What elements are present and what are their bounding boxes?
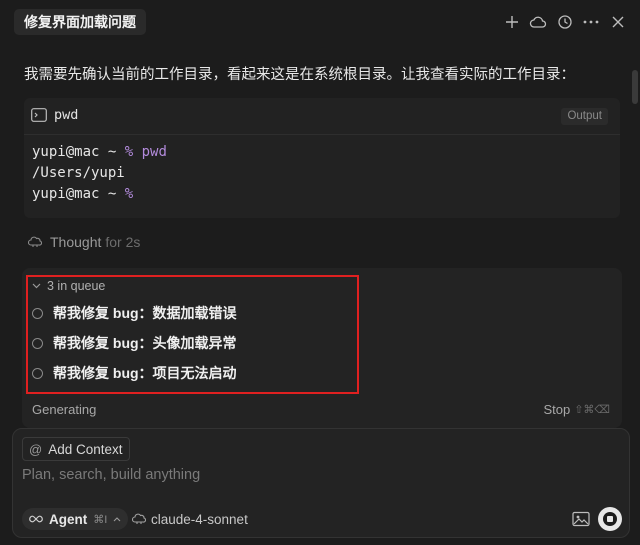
thought-duration: for 2s: [105, 234, 141, 250]
output-badge[interactable]: Output: [561, 108, 608, 125]
thought-label: Thought: [50, 234, 102, 250]
queue-item[interactable]: 帮我修复 bug：项目无法启动: [32, 362, 237, 384]
plus-icon[interactable]: [503, 13, 521, 31]
assistant-message: 我需要先确认当前的工作目录，看起来这是在系统根目录。让我查看实际的工作目录：: [24, 67, 575, 83]
agent-shortcut: ⌘I: [93, 513, 108, 526]
brain-icon: [132, 513, 146, 524]
scrollbar[interactable]: [632, 70, 638, 104]
terminal-line: yupi@mac ~ % pwd: [32, 144, 167, 160]
header: 修复界面加载问题: [0, 0, 640, 44]
infinity-icon: [29, 515, 43, 523]
stop-generation-button[interactable]: Stop ⇧⌘⌫: [543, 402, 610, 417]
queue-item-status-icon: [32, 307, 43, 319]
stop-shortcut: ⇧⌘⌫: [574, 404, 610, 416]
chat-title[interactable]: 修复界面加载问题: [14, 9, 146, 35]
prompt-input[interactable]: Plan, search, build anything: [22, 467, 200, 483]
terminal-icon: [31, 108, 47, 122]
close-icon[interactable]: [609, 13, 627, 31]
model-selector[interactable]: claude-4-sonnet: [132, 508, 248, 530]
add-context-button[interactable]: @ Add Context: [22, 437, 130, 461]
queue-item[interactable]: 帮我修复 bug：头像加载异常: [32, 332, 237, 354]
chevron-down-icon: [32, 283, 41, 289]
queue-toggle[interactable]: 3 in queue: [32, 278, 105, 294]
agent-label: Agent: [49, 511, 88, 527]
cloud-icon[interactable]: [529, 13, 547, 31]
more-icon[interactable]: [582, 13, 600, 31]
terminal-line: yupi@mac ~ %: [32, 186, 134, 202]
agent-mode-selector[interactable]: Agent ⌘I: [22, 508, 129, 530]
history-icon[interactable]: [556, 13, 574, 31]
stop-label: Stop: [543, 402, 571, 417]
thought-indicator[interactable]: Thought for 2s: [28, 232, 140, 252]
chat-panel: 修复界面加载问题 我需要先确认当前的工作目录，看起来这是在系统根目录。让我查看实…: [0, 0, 640, 545]
chevron-up-icon: [113, 516, 121, 521]
queue-item-status-icon: [32, 337, 43, 349]
model-label: claude-4-sonnet: [151, 511, 248, 527]
terminal-line: /Users/yupi: [32, 165, 125, 181]
stop-icon: [603, 512, 617, 526]
queue-count: 3 in queue: [47, 279, 106, 293]
image-upload-icon[interactable]: [572, 511, 590, 527]
queue-item-text: 帮我修复 bug：头像加载异常: [53, 335, 237, 351]
queue-item-text: 帮我修复 bug：数据加载错误: [53, 305, 237, 321]
queue-item[interactable]: 帮我修复 bug：数据加载错误: [32, 302, 237, 324]
brain-icon: [28, 236, 42, 247]
terminal-header: pwd Output: [24, 98, 620, 135]
terminal-command: pwd: [54, 107, 79, 123]
terminal-block: pwd Output yupi@mac ~ % pwd/Users/yupi yu…: [24, 98, 620, 218]
add-context-label: Add Context: [48, 441, 123, 457]
at-icon: @: [29, 441, 43, 457]
generating-status: Generating: [32, 402, 97, 417]
stop-button[interactable]: [598, 507, 622, 531]
queue-item-text: 帮我修复 bug：项目无法启动: [53, 365, 237, 381]
queue-item-status-icon: [32, 367, 43, 379]
terminal-output: yupi@mac ~ % pwd/Users/yupi yupi@mac ~ %: [32, 142, 167, 205]
